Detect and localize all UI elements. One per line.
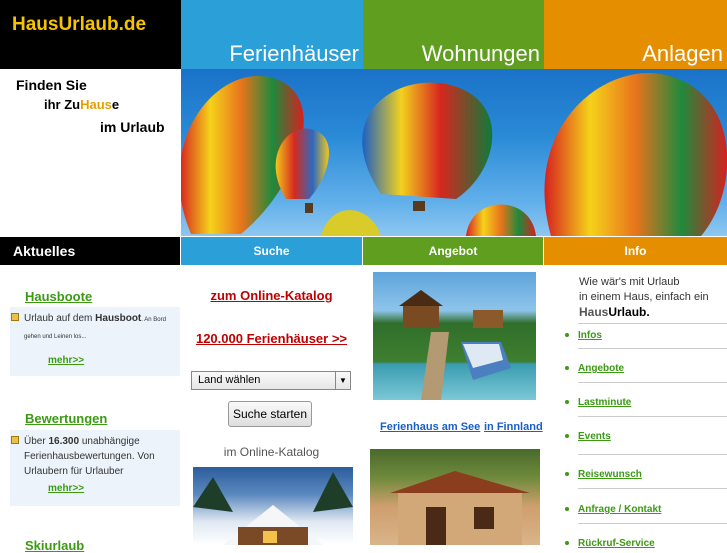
info-text-line: Wie wär's mit Urlaub (579, 276, 680, 288)
info-link-label[interactable]: Anfrage / Kontakt (578, 504, 661, 515)
skiurlaub-link[interactable]: Skiurlaub (25, 538, 84, 553)
info-link-rueckruf[interactable]: Rückruf-Service (565, 538, 655, 549)
search-button[interactable]: Suche starten (228, 401, 312, 427)
bullet-icon (565, 507, 569, 512)
info-brand-a: Haus (579, 305, 609, 319)
info-link-label[interactable]: Lastminute (578, 397, 631, 408)
catalog-image-snow-cabin[interactable] (193, 467, 353, 545)
info-link-label[interactable]: Infos (578, 330, 602, 341)
country-select-value: Land wählen (198, 374, 261, 386)
nav-tab-wohnungen[interactable]: Wohnungen (363, 0, 544, 69)
info-text-line: in einem Haus, einfach ein (579, 291, 709, 303)
site-logo[interactable]: HausUrlaub.de (12, 14, 146, 36)
info-link-label[interactable]: Reisewunsch (578, 469, 642, 480)
bullet-icon (565, 366, 569, 371)
info-link-label[interactable]: Rückruf-Service (578, 538, 655, 549)
info-link-infos[interactable]: Infos (565, 330, 602, 341)
divider (578, 488, 727, 489)
section-aktuelles: Aktuelles (0, 237, 180, 265)
divider (578, 382, 727, 383)
stone-house-illustration (390, 471, 530, 545)
online-catalog-link[interactable]: zum Online-Katalog (210, 288, 332, 303)
nav-tab-label: Wohnungen (421, 41, 540, 66)
note-icon (11, 313, 19, 321)
bewertungen-link[interactable]: Bewertungen (25, 411, 107, 426)
chevron-down-icon[interactable]: ▼ (335, 372, 350, 389)
tagline-highlight: Haus (80, 97, 112, 112)
bewertungen-bold: 16.300 (48, 436, 80, 447)
balloon-right (544, 73, 727, 236)
divider (578, 416, 727, 417)
info-link-reisewunsch[interactable]: Reisewunsch (565, 469, 642, 480)
balloon-bottom (321, 204, 536, 236)
info-link-angebote[interactable]: Angebote (565, 363, 624, 374)
lake-house-illustration (399, 290, 511, 400)
info-link-label[interactable]: Events (578, 431, 611, 442)
balloon-small (275, 128, 329, 213)
offer-caption-link-a[interactable]: Ferienhaus am See (380, 421, 480, 433)
section-info: Info (544, 237, 727, 265)
tagline-line-3: im Urlaub (100, 119, 165, 135)
info-link-anfrage[interactable]: Anfrage / Kontakt (565, 504, 661, 515)
tagline: Finden Sie ihr ZuHause im Urlaub (0, 69, 181, 236)
bullet-icon (565, 333, 569, 338)
offer-image-stone-house[interactable] (370, 449, 540, 545)
nav-tab-label: Anlagen (642, 41, 723, 66)
tagline-text: e (111, 97, 120, 112)
info-link-events[interactable]: Events (565, 431, 611, 442)
info-intro: Wie wär's mit Urlaub in einem Haus, einf… (579, 275, 709, 305)
logo-box[interactable]: HausUrlaub.de (0, 0, 181, 69)
country-select[interactable]: Land wählen ▼ (191, 371, 351, 390)
tagline-text: ihr (44, 97, 65, 112)
info-brand: HausUrlaub. (579, 305, 650, 319)
bewertungen-text: Über (24, 436, 49, 447)
bullet-icon (565, 434, 569, 439)
catalog-label: im Online-Katalog (223, 445, 320, 459)
note-icon (11, 436, 19, 444)
divider (578, 454, 727, 455)
nav-tab-anlagen[interactable]: Anlagen (544, 0, 727, 69)
hausboote-box: Urlaub auf dem Hausboot. An Bord gehen u… (10, 307, 180, 376)
catalog-link-wrap: zum Online-Katalog (181, 287, 362, 305)
nav-tab-label: Ferienhäuser (229, 41, 359, 66)
bullet-icon (565, 472, 569, 477)
hausboote-bold: Hausboot (95, 313, 142, 324)
divider (578, 323, 727, 324)
bullet-icon (565, 400, 569, 405)
nav-tab-ferienhaeuser[interactable]: Ferienhäuser (181, 0, 363, 69)
tagline-line-1: Finden Sie (16, 77, 87, 93)
divider (578, 523, 727, 524)
snow-cabin-illustration (193, 472, 353, 545)
info-brand-b: Urlaub. (608, 305, 650, 319)
section-angebot: Angebot (363, 237, 543, 265)
offer-image-lake-house[interactable] (373, 272, 536, 400)
divider (578, 348, 727, 349)
balloon-center (362, 82, 493, 211)
balloons-illustration (181, 73, 727, 236)
hausboote-text: Urlaub auf dem (24, 313, 96, 324)
tagline-text: Zu (64, 97, 81, 112)
more-link[interactable]: mehr>> (48, 355, 84, 366)
more-link[interactable]: mehr>> (48, 483, 84, 494)
hausboote-link[interactable]: Hausboote (25, 289, 92, 304)
ferienhaeuser-count-link[interactable]: 120.000 Ferienhäuser >> (196, 331, 347, 346)
hero-image-balloons (181, 69, 727, 236)
info-link-lastminute[interactable]: Lastminute (565, 397, 631, 408)
tagline-line-2: ihr ZuHause (44, 97, 119, 112)
count-link-wrap: 120.000 Ferienhäuser >> (181, 330, 362, 348)
bewertungen-box: Über 16.300 unabhängige Ferienhausbewert… (10, 430, 180, 506)
info-link-label[interactable]: Angebote (578, 363, 624, 374)
section-suche: Suche (181, 237, 362, 265)
offer-caption-link-b[interactable]: in Finnland (484, 421, 543, 433)
